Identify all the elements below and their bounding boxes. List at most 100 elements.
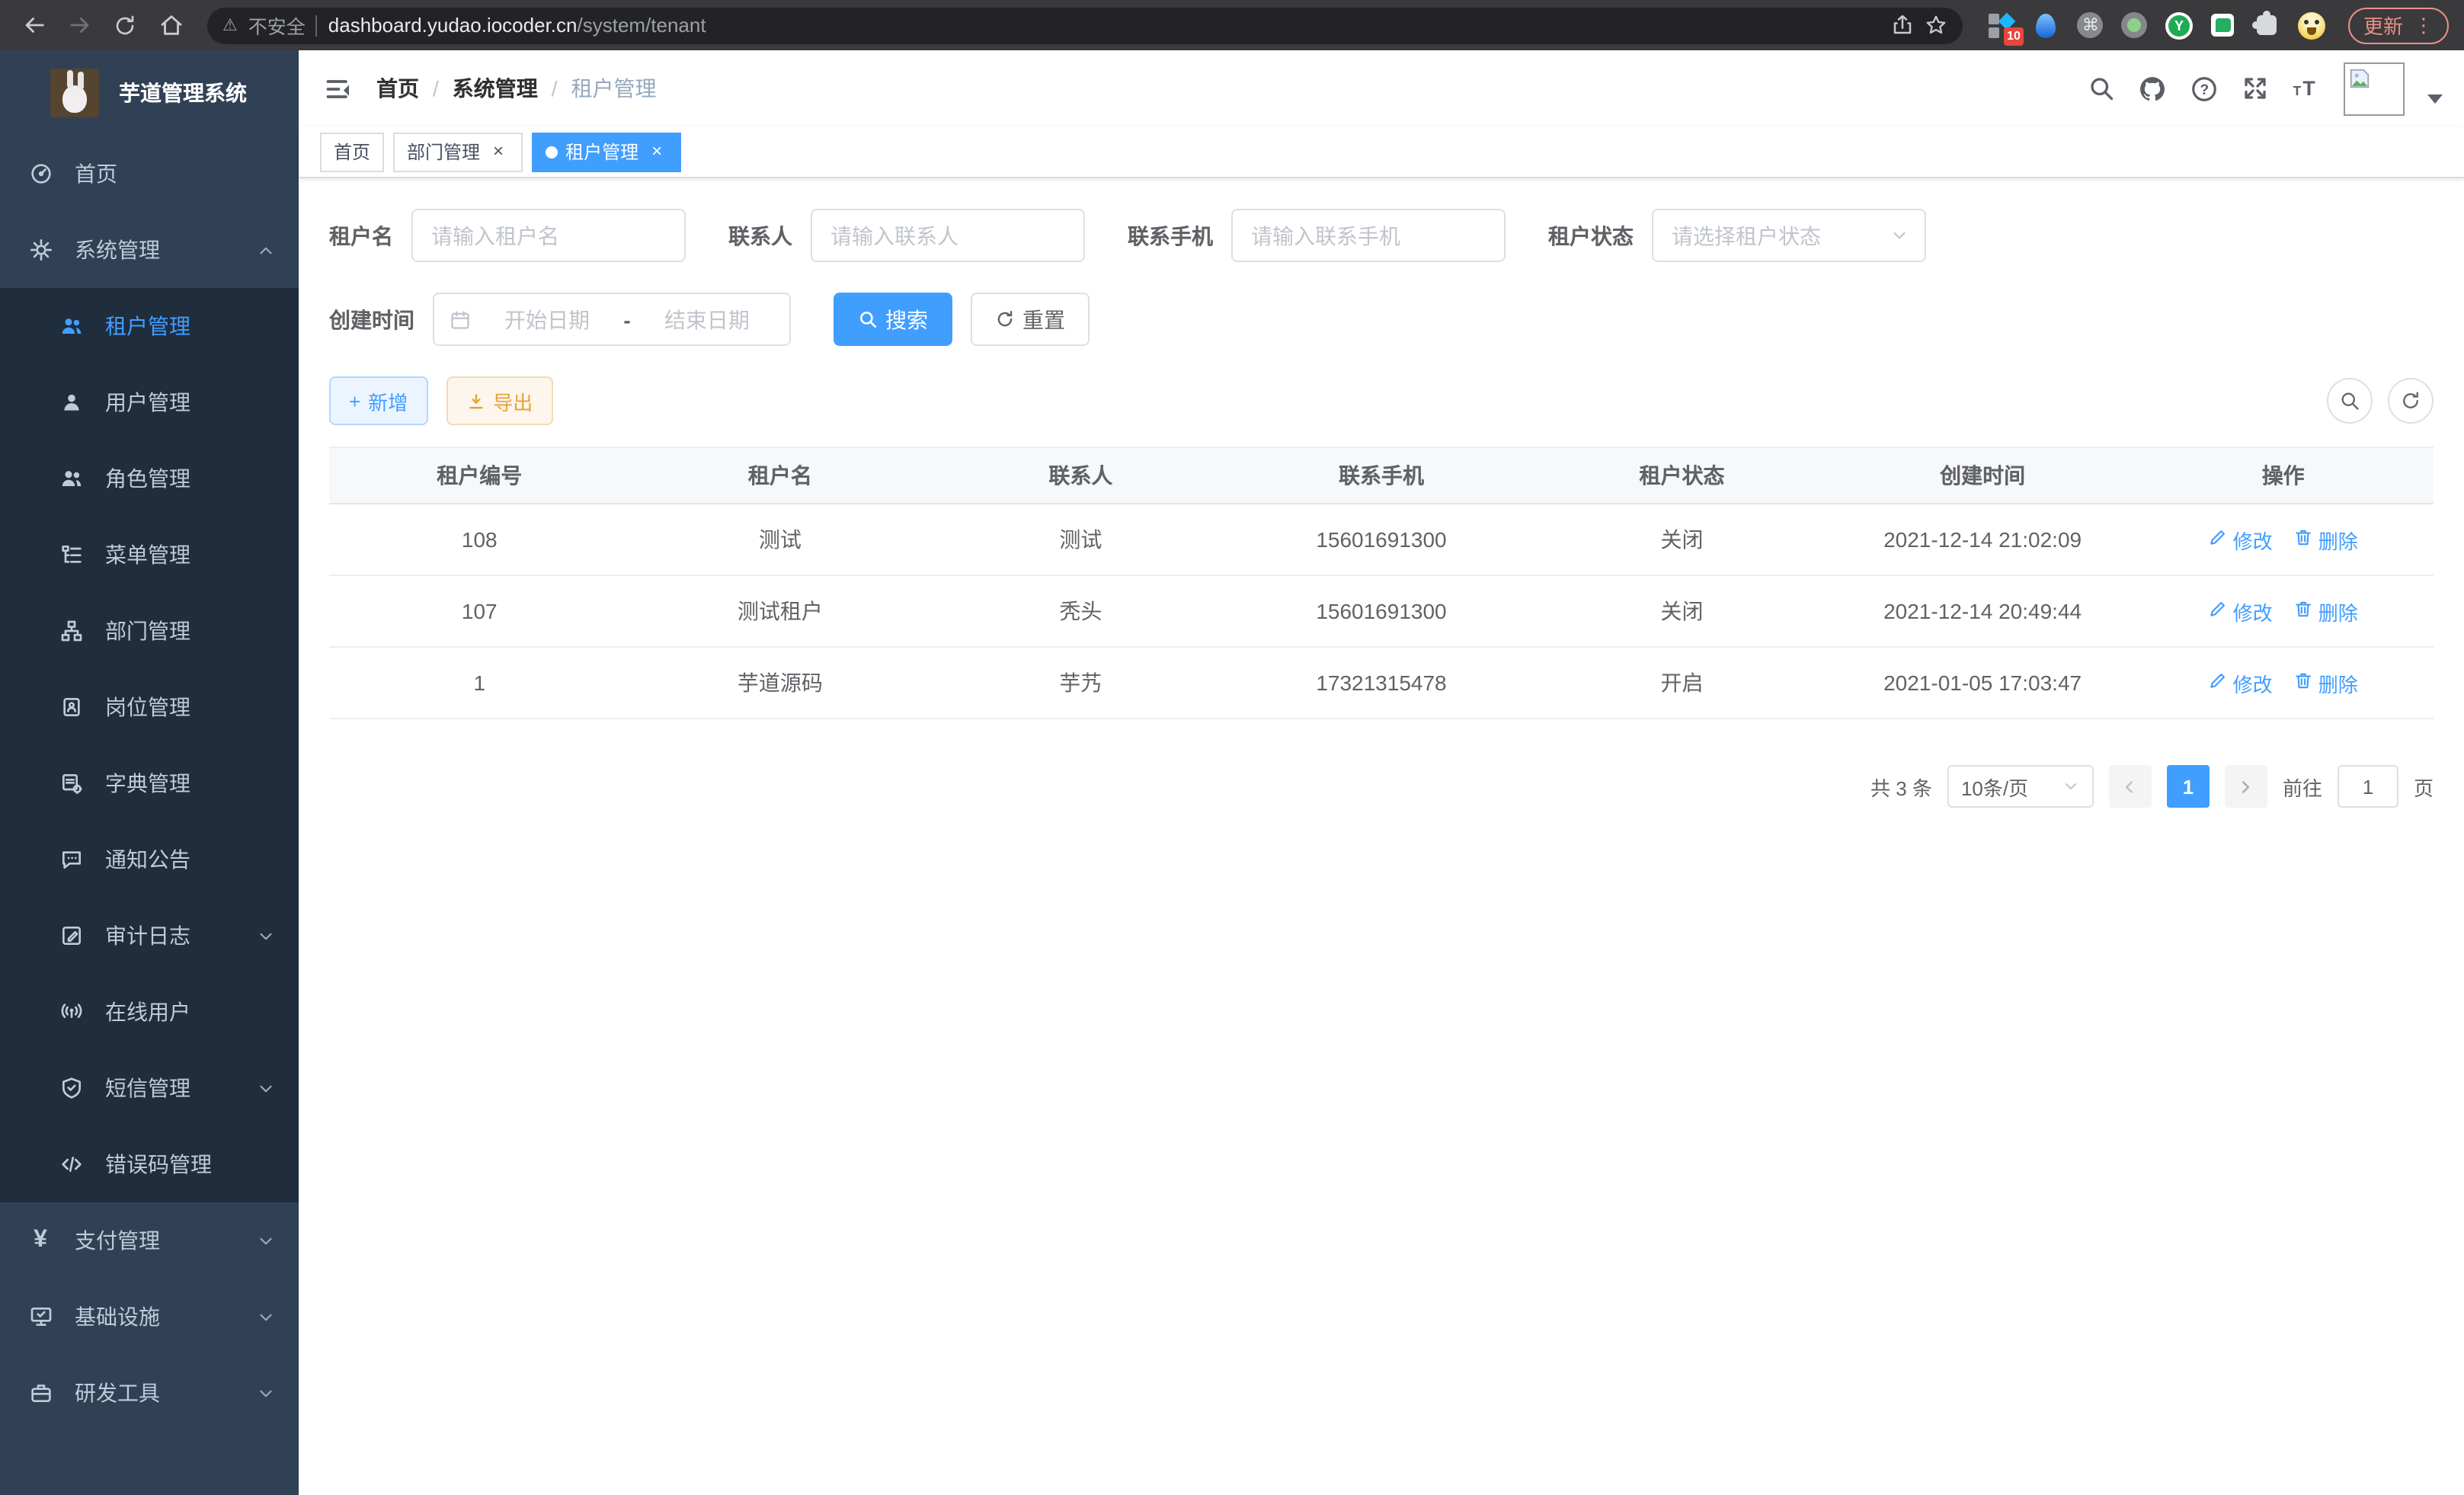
extension-chat-icon[interactable] xyxy=(2208,10,2238,40)
mobile-input[interactable] xyxy=(1231,209,1506,262)
page-content: 租户名 联系人 联系手机 租户状态 请选择租户状态 xyxy=(299,178,2464,1495)
browser-back-icon[interactable] xyxy=(15,7,52,43)
sidebar-item-payment-management[interactable]: ¥支付管理 xyxy=(0,1202,299,1279)
extension-y-icon[interactable]: Y xyxy=(2164,10,2194,40)
breadcrumb-home[interactable]: 首页 xyxy=(376,73,419,104)
chevron-down-icon xyxy=(256,1078,276,1098)
extension-grid-icon[interactable]: 10 xyxy=(1987,10,2018,40)
sidebar-item-role-management[interactable]: 角色管理 xyxy=(0,440,299,517)
add-button[interactable]: + 新增 xyxy=(329,376,427,425)
next-page-button[interactable] xyxy=(2225,765,2267,808)
extension-balloon-icon[interactable] xyxy=(2031,10,2062,40)
sidebar-item-sms-management[interactable]: 短信管理 xyxy=(0,1050,299,1126)
tenant-name-input[interactable] xyxy=(411,209,686,262)
address-bar[interactable]: ⚠ 不安全 dashboard.yudao.iocoder.cn/system/… xyxy=(207,7,1963,43)
sidebar-item-dept-management[interactable]: 部门管理 xyxy=(0,593,299,669)
delete-link[interactable]: 删除 xyxy=(2294,668,2358,697)
search-button[interactable]: 搜索 xyxy=(834,293,952,346)
edit-link[interactable]: 修改 xyxy=(2209,597,2273,626)
hamburger-icon[interactable] xyxy=(323,74,352,103)
cell-contact: 测试 xyxy=(930,504,1231,575)
sidebar-item-home[interactable]: 首页 xyxy=(0,136,299,212)
magnifier-icon xyxy=(858,309,878,329)
sidebar-item-notice[interactable]: 通知公告 xyxy=(0,821,299,898)
help-icon[interactable]: ? xyxy=(2190,74,2219,103)
font-size-icon[interactable]: TT xyxy=(2292,74,2321,103)
sidebar-item-tenant-management[interactable]: 租户管理 xyxy=(0,288,299,364)
tenant-table: 租户编号租户名联系人联系手机租户状态创建时间操作 108测试测试15601691… xyxy=(329,447,2434,719)
cell-status: 关闭 xyxy=(1531,575,1832,647)
shield-icon xyxy=(58,1075,84,1101)
github-icon[interactable] xyxy=(2138,74,2167,103)
app-title: 芋道管理系统 xyxy=(119,78,247,108)
refresh-table-button[interactable] xyxy=(2388,378,2434,424)
trash-icon xyxy=(2294,527,2314,552)
tab-dept-management[interactable]: 部门管理 × xyxy=(393,132,523,171)
tenant-icon xyxy=(58,313,84,339)
delete-link[interactable]: 删除 xyxy=(2294,597,2358,626)
close-icon[interactable]: × xyxy=(646,141,667,162)
extension-badge: 10 xyxy=(2004,27,2024,45)
end-date-placeholder: 结束日期 xyxy=(640,304,774,335)
sidebar-item-menu-management[interactable]: 菜单管理 xyxy=(0,517,299,593)
sidebar-item-infrastructure[interactable]: 基础设施 xyxy=(0,1279,299,1355)
sidebar-item-post-management[interactable]: 岗位管理 xyxy=(0,669,299,745)
plus-icon: + xyxy=(349,389,360,412)
contact-input[interactable] xyxy=(811,209,1085,262)
page-1-button[interactable]: 1 xyxy=(2167,765,2210,808)
tab-label: 首页 xyxy=(334,139,370,165)
chevron-down-icon xyxy=(256,1231,276,1250)
goto-label: 前往 xyxy=(2283,772,2322,801)
sidebar-item-dict-management[interactable]: 字典管理 xyxy=(0,745,299,821)
close-icon[interactable]: × xyxy=(488,141,509,162)
menu-tree-icon xyxy=(58,542,84,568)
tenant-name-label: 租户名 xyxy=(329,220,411,251)
export-button[interactable]: 导出 xyxy=(446,376,552,425)
sidebar-item-system-management[interactable]: 系统管理 xyxy=(0,212,299,288)
goto-page-input[interactable] xyxy=(2338,765,2398,808)
edit-link[interactable]: 修改 xyxy=(2209,525,2273,554)
share-icon[interactable] xyxy=(1891,14,1914,37)
prev-page-button[interactable] xyxy=(2109,765,2152,808)
sidebar-item-audit-log[interactable]: 审计日志 xyxy=(0,898,299,974)
browser-reload-icon[interactable] xyxy=(107,7,143,43)
search-icon[interactable] xyxy=(2088,75,2115,102)
bookmark-star-icon[interactable] xyxy=(1925,14,1947,37)
sidebar-item-label: 在线用户 xyxy=(105,997,190,1027)
sidebar-item-online-users[interactable]: 在线用户 xyxy=(0,974,299,1050)
update-button[interactable]: 更新 ⋮ xyxy=(2348,7,2449,43)
status-select[interactable]: 请选择租户状态 xyxy=(1652,209,1926,262)
extensions-puzzle-icon[interactable] xyxy=(2252,10,2283,40)
create-time-range-picker[interactable]: 开始日期 - 结束日期 xyxy=(433,293,791,346)
edit-link[interactable]: 修改 xyxy=(2209,668,2273,697)
cell-id: 1 xyxy=(329,647,630,719)
sidebar-item-user-management[interactable]: 用户管理 xyxy=(0,364,299,440)
browser-extensions: 10 ⌘ Y xyxy=(1987,10,2327,40)
breadcrumb-system[interactable]: 系统管理 xyxy=(453,73,538,104)
browser-forward-icon[interactable] xyxy=(61,7,98,43)
table-header-row: 租户编号租户名联系人联系手机租户状态创建时间操作 xyxy=(329,447,2434,504)
reset-button[interactable]: 重置 xyxy=(971,293,1090,346)
extension-command-icon[interactable]: ⌘ xyxy=(2075,10,2106,40)
sidebar-item-dev-tools[interactable]: 研发工具 xyxy=(0,1355,299,1431)
show-search-toggle-button[interactable] xyxy=(2327,378,2373,424)
extension-record-icon[interactable] xyxy=(2120,10,2150,40)
page-size-select[interactable]: 10条/页 xyxy=(1947,765,2094,808)
kebab-menu-icon[interactable]: ⋮ xyxy=(2414,13,2434,37)
sidebar-item-error-code-management[interactable]: 错误码管理 xyxy=(0,1126,299,1202)
chevron-right-icon xyxy=(2236,776,2256,796)
fullscreen-icon[interactable] xyxy=(2242,75,2269,102)
delete-link[interactable]: 删除 xyxy=(2294,525,2358,554)
column-header: 联系人 xyxy=(930,447,1231,504)
profile-emoji-icon[interactable] xyxy=(2296,10,2327,40)
browser-home-icon[interactable] xyxy=(152,7,189,43)
tab-home[interactable]: 首页 xyxy=(320,132,384,171)
tab-label: 部门管理 xyxy=(407,139,480,165)
avatar-dropdown-caret-icon[interactable] xyxy=(2427,94,2443,104)
pagination: 共 3 条 10条/页 1 前往 页 xyxy=(329,765,2434,808)
cell-id: 107 xyxy=(329,575,630,647)
avatar[interactable] xyxy=(2344,62,2405,115)
cell-created_at: 2021-12-14 21:02:09 xyxy=(1832,504,2133,575)
tab-tenant-management[interactable]: 租户管理× xyxy=(532,132,681,171)
monitor-icon xyxy=(27,1304,53,1330)
